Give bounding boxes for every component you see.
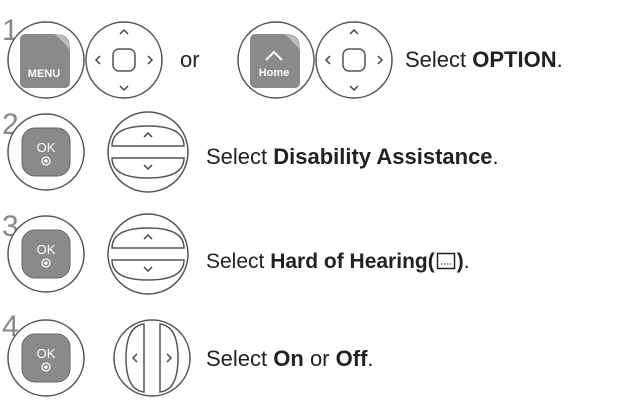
step-4: 4 OK Select On or Off. [0, 308, 639, 413]
ok-button[interactable]: OK [4, 316, 88, 400]
or-text: or [180, 47, 200, 72]
step-2-instruction: Select Disability Assistance. [206, 144, 499, 169]
left-right-button[interactable] [110, 316, 194, 400]
ok-label: OK [37, 242, 56, 257]
menu-label: MENU [28, 68, 60, 80]
ok-button[interactable]: OK [4, 110, 88, 194]
step-2: 2 OK Select Disability Assistance. [0, 104, 639, 204]
step-1: 1 MENU or Home Select OPTION. [0, 0, 639, 105]
up-down-button[interactable] [98, 212, 198, 296]
home-label: Home [259, 67, 290, 79]
step-4-instruction: Select On or Off. [206, 346, 374, 371]
dpad-icon[interactable] [312, 18, 396, 102]
step-1-instruction: Select OPTION. [405, 47, 563, 72]
dpad-icon[interactable] [82, 18, 166, 102]
up-down-button[interactable] [98, 110, 198, 194]
step-3-instruction: Select Hard of Hearing(). [206, 250, 470, 273]
subtitle-icon [436, 252, 455, 270]
step-3: 3 OK Select Hard of Hearing(). [0, 206, 639, 306]
home-button[interactable]: Home [234, 18, 318, 102]
ok-button[interactable]: OK [4, 212, 88, 296]
ok-label: OK [37, 140, 56, 155]
menu-button-icon[interactable]: MENU [4, 18, 88, 102]
ok-label: OK [37, 346, 56, 361]
